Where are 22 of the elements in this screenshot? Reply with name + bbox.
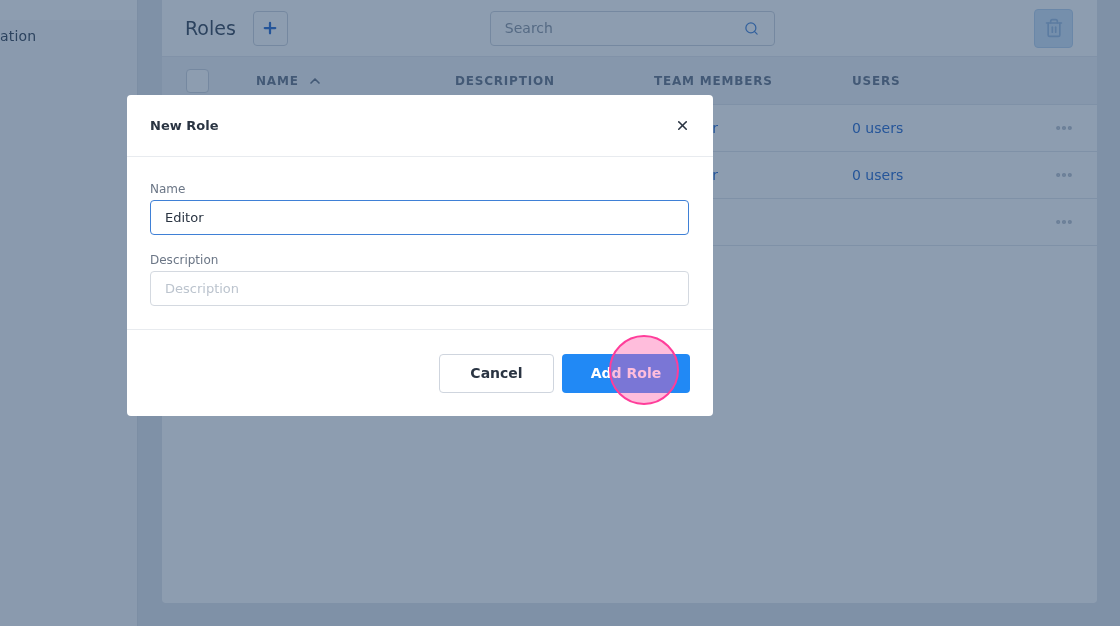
table-cell[interactable]: r — [712, 164, 718, 186]
sidebar-item[interactable]: ation — [0, 20, 137, 52]
add-role-button[interactable] — [252, 10, 288, 46]
column-header[interactable]: DESCRIPTION — [455, 71, 555, 90]
column-header[interactable]: USERS — [852, 71, 901, 90]
search-field[interactable]: Search — [489, 10, 775, 46]
text-field[interactable]: Description — [150, 271, 689, 306]
field-label: Description — [150, 252, 220, 269]
users-link[interactable]: 0 users — [852, 167, 904, 183]
page-title: Roles — [185, 15, 236, 41]
column-header[interactable]: NAME — [256, 71, 299, 90]
delete-button[interactable] — [1034, 8, 1073, 48]
dialog-title: New Role — [150, 116, 219, 135]
trash-icon — [1043, 18, 1064, 38]
field-label: Name — [150, 181, 187, 198]
table-cell[interactable]: r — [712, 117, 718, 139]
column-header[interactable]: TEAM MEMBERS — [654, 71, 773, 90]
users-link[interactable]: 0 users — [852, 120, 904, 136]
search-icon — [743, 20, 759, 36]
text-field[interactable]: Editor — [150, 200, 689, 235]
select-all-checkbox[interactable] — [186, 68, 209, 93]
cancel-button[interactable]: Cancel — [439, 353, 554, 393]
